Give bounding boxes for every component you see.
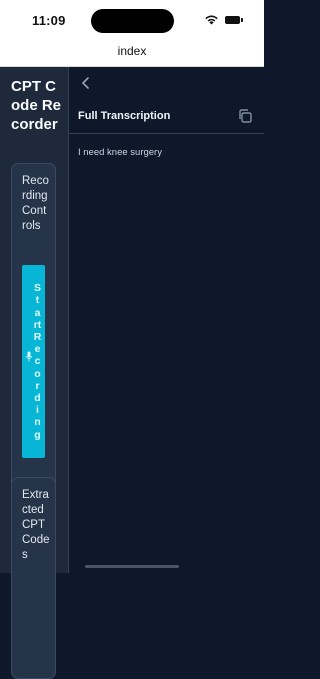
nav-title: index — [117, 44, 147, 58]
start-recording-label: Start Recording — [33, 282, 42, 441]
chevron-left-icon[interactable] — [79, 75, 93, 91]
battery-icon — [225, 16, 243, 24]
sidebar: CPT Code Recorder Recording Controls Sta… — [0, 67, 69, 679]
status-bar: 11:09 — [0, 0, 264, 40]
navigation-bar: index — [0, 40, 264, 67]
start-recording-button[interactable]: Start Recording — [22, 265, 45, 458]
recording-controls-title: Recording Controls — [22, 175, 49, 232]
extracted-codes-card: Extracted CPT Codes — [11, 477, 56, 679]
wifi-icon — [205, 15, 218, 25]
microphone-icon — [26, 351, 32, 362]
main-panel: Full Transcription I need knee surgery — [69, 67, 264, 573]
extracted-codes-title: Extracted CPT Codes — [22, 489, 50, 561]
transcription-text: I need knee surgery — [78, 147, 162, 158]
transcription-header: Full Transcription — [69, 101, 264, 134]
copy-icon[interactable] — [237, 108, 253, 124]
app-title: CPT Code Recorder — [11, 78, 62, 133]
home-indicator[interactable] — [85, 565, 179, 568]
status-time: 11:09 — [32, 13, 66, 28]
section-title: Full Transcription — [78, 110, 171, 122]
dynamic-island — [91, 9, 174, 33]
